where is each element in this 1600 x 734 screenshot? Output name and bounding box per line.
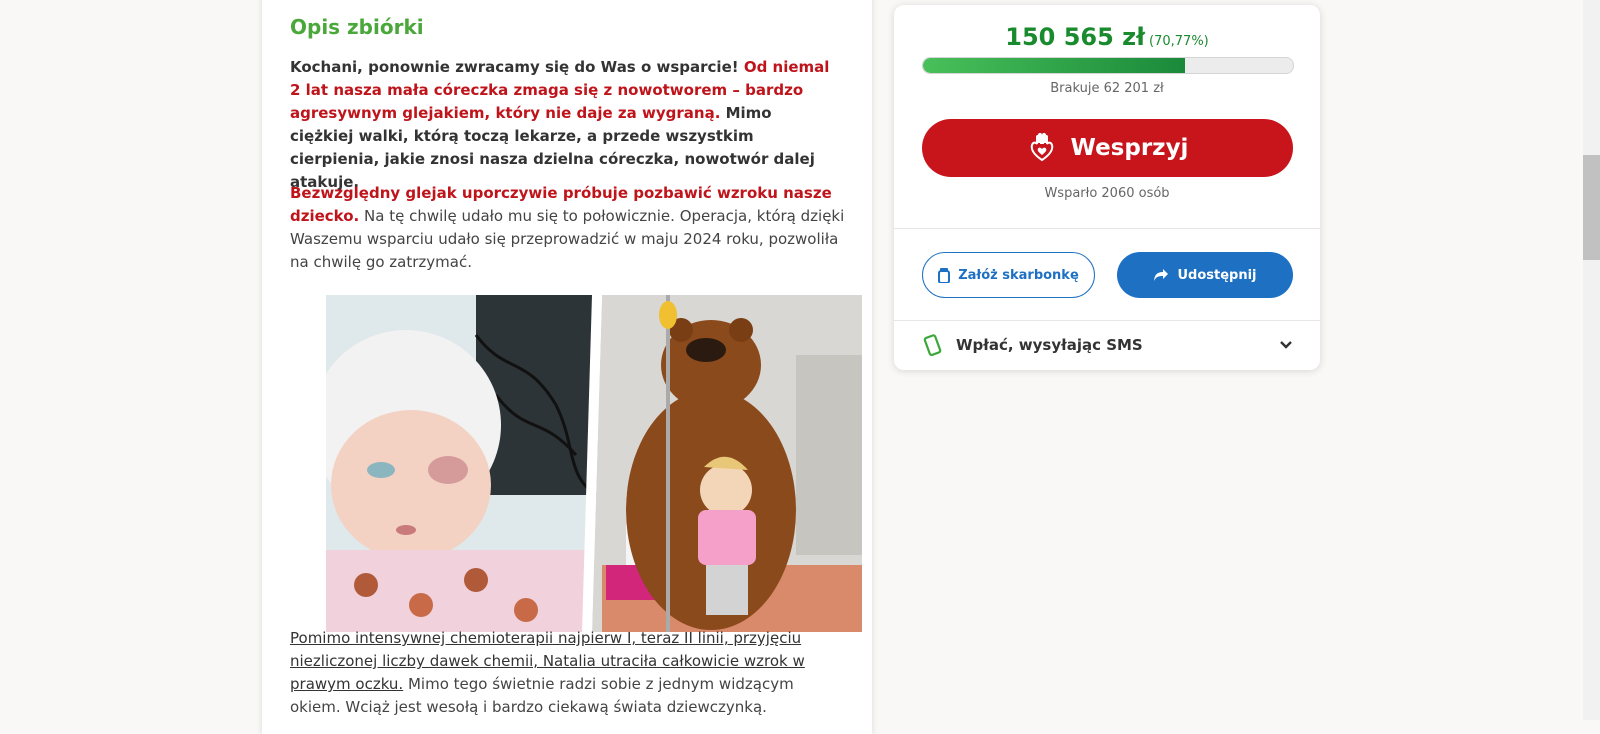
p2-rest: Na tę chwilę udało mu się to połowicznie… xyxy=(290,207,845,271)
p1-intro: Kochani, ponownie zwracamy się do Was o … xyxy=(290,58,744,76)
amount-row: 150 565 zł (70,77%) xyxy=(894,23,1320,51)
sms-label: Wpłać, wysyłając SMS xyxy=(956,336,1143,354)
jar-icon xyxy=(938,267,951,283)
divider xyxy=(894,320,1320,321)
description-paragraph-3: Pomimo intensywnej chemioterapii najpier… xyxy=(290,627,830,719)
missing-amount: Brakuje 62 201 zł xyxy=(1050,81,1164,96)
collage-photo-graphic xyxy=(326,295,862,632)
description-content: Opis zbiórki Kochani, ponownie zwracamy … xyxy=(290,12,862,716)
section-title: Opis zbiórki xyxy=(290,15,424,39)
fundraiser-description-card: Opis zbiórki Kochani, ponownie zwracamy … xyxy=(262,0,872,734)
chevron-down-icon[interactable] xyxy=(1278,337,1294,353)
description-paragraph-2: Bezwzględny glejak uporczywie próbuje po… xyxy=(290,182,845,274)
collage-photo xyxy=(326,295,862,632)
share-button-label: Udostępnij xyxy=(1177,267,1257,283)
share-button[interactable]: Udostępnij xyxy=(1117,252,1293,298)
donation-panel: 150 565 zł (70,77%) Brakuje 62 201 zł Wes… xyxy=(894,5,1320,370)
piggybank-button[interactable]: Załóż skarbonkę xyxy=(922,252,1095,298)
phone-icon xyxy=(923,334,942,356)
sms-accordion[interactable]: Wpłać, wysyłając SMS xyxy=(922,329,1294,361)
scrollbar-thumb[interactable] xyxy=(1583,155,1600,260)
progress-fill xyxy=(923,58,1185,73)
description-paragraph-1: Kochani, ponownie zwracamy się do Was o … xyxy=(290,56,830,194)
supporters-count: Wsparło 2060 osób xyxy=(1044,186,1170,201)
heart-hands-icon xyxy=(1030,133,1053,162)
progress-bar xyxy=(922,57,1294,74)
raised-percent: (70,77%) xyxy=(1149,34,1209,49)
support-button-label: Wesprzyj xyxy=(1070,135,1189,161)
divider xyxy=(894,228,1320,229)
raised-amount: 150 565 zł xyxy=(1005,23,1146,51)
piggybank-button-label: Załóż skarbonkę xyxy=(958,267,1079,283)
support-button[interactable]: Wesprzyj xyxy=(922,119,1293,177)
share-arrow-icon xyxy=(1153,268,1169,282)
scrollbar[interactable] xyxy=(1583,0,1600,720)
